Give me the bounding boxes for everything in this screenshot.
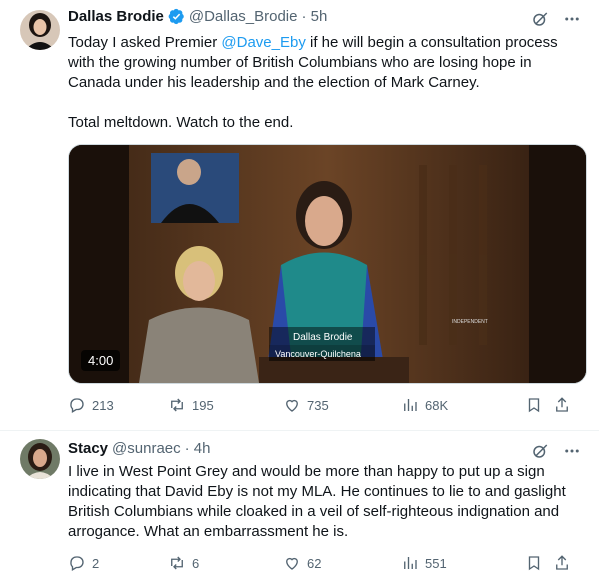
share-button[interactable] [553, 554, 573, 572]
timestamp[interactable]: · 5h [302, 8, 328, 25]
repost-button[interactable]: 195 [168, 396, 283, 414]
reply-button[interactable]: 2 [68, 554, 168, 572]
reply-icon [70, 398, 84, 413]
verified-badge-icon [168, 8, 185, 25]
views-count: 68K [425, 397, 449, 413]
more-options-icon[interactable] [563, 10, 581, 33]
video-player[interactable]: Dallas Brodie Vancouver-Quilchena INDEPE… [68, 144, 587, 384]
repost-icon [171, 556, 183, 570]
tweet-top-actions [531, 10, 581, 33]
views-count: 551 [425, 555, 447, 571]
views-chart-icon [404, 557, 417, 569]
bookmark-icon [528, 556, 540, 571]
video-thumbnail: Dallas Brodie Vancouver-Quilchena INDEPE… [69, 145, 586, 383]
share-icon [556, 555, 568, 570]
share-button[interactable] [553, 396, 573, 414]
avatar[interactable] [20, 439, 60, 479]
mention-link[interactable]: @Dave_Eby [221, 34, 305, 51]
video-caption-riding: Vancouver-Quilchena [275, 349, 361, 359]
timestamp[interactable]: · 4h [185, 440, 211, 457]
bookmark-icon [528, 398, 540, 413]
heart-icon [286, 399, 298, 412]
reply-icon [70, 556, 84, 571]
video-caption-badge: INDEPENDENT [452, 319, 488, 325]
views-button[interactable]: 68K [401, 396, 525, 414]
bookmark-button[interactable] [525, 396, 553, 414]
views-chart-icon [404, 399, 417, 411]
video-duration: 4:00 [81, 350, 121, 371]
handle[interactable]: @Dallas_Brodie [189, 8, 298, 25]
tweet-actions: 213 195 735 68K [68, 396, 585, 414]
video-caption-name: Dallas Brodie [293, 332, 353, 343]
heart-icon [286, 557, 298, 570]
tweet-header: Stacy @sunraec · 4h [68, 440, 210, 457]
tweet-dallas-brodie[interactable]: Dallas Brodie @Dallas_Brodie · 5h Today … [0, 0, 599, 431]
tweet-header: Dallas Brodie @Dallas_Brodie · 5h [68, 8, 327, 25]
display-name[interactable]: Dallas Brodie [68, 8, 164, 25]
like-button[interactable]: 62 [283, 554, 401, 572]
reply-button[interactable]: 213 [68, 396, 168, 414]
tweet-text: Today I asked Premier @Dave_Eby if he wi… [68, 34, 558, 131]
tweet-text: I live in West Point Grey and would be m… [68, 463, 566, 540]
bookmark-button[interactable] [525, 554, 553, 572]
reply-count: 2 [92, 555, 100, 571]
repost-icon [171, 398, 183, 412]
like-count: 62 [307, 555, 322, 571]
handle[interactable]: @sunraec [112, 440, 181, 457]
grok-icon[interactable] [531, 10, 549, 33]
avatar[interactable] [20, 10, 60, 50]
like-count: 735 [307, 397, 329, 413]
share-icon [556, 397, 568, 412]
like-button[interactable]: 735 [283, 396, 401, 414]
repost-count: 195 [192, 397, 214, 413]
repost-count: 6 [192, 555, 200, 571]
tweet-actions: 2 6 62 551 [68, 554, 585, 572]
repost-button[interactable]: 6 [168, 554, 283, 572]
views-button[interactable]: 551 [401, 554, 525, 572]
display-name[interactable]: Stacy [68, 440, 108, 457]
reply-count: 213 [92, 397, 114, 413]
